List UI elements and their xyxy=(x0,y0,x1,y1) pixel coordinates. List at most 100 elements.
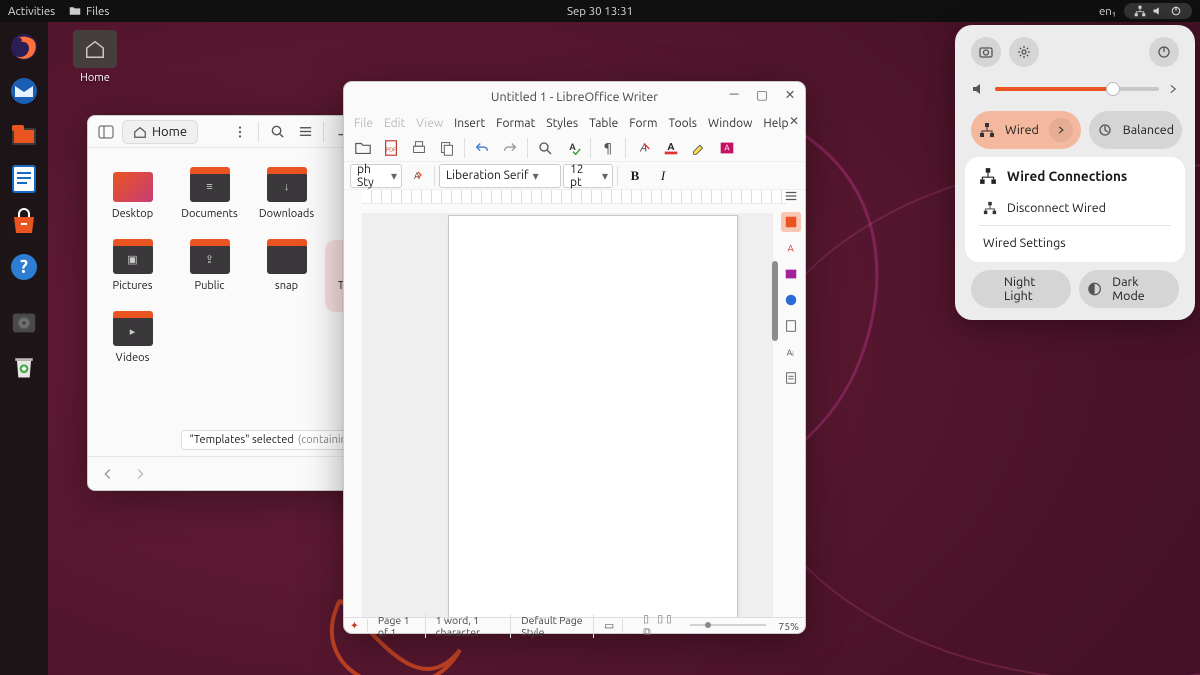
maximize-button[interactable]: ▢ xyxy=(753,85,771,103)
navigator-panel-icon[interactable] xyxy=(781,290,801,310)
font-color-icon[interactable]: A xyxy=(658,136,684,160)
spellcheck-icon[interactable]: A xyxy=(560,136,586,160)
folder-videos[interactable]: ▸Videos xyxy=(94,312,171,384)
folder-snap[interactable]: snap xyxy=(248,240,325,312)
vertical-scrollbar[interactable] xyxy=(772,213,778,617)
highlight-icon[interactable] xyxy=(686,136,712,160)
copy-icon[interactable] xyxy=(434,136,460,160)
chevron-right-icon[interactable] xyxy=(1049,118,1073,142)
manage-changes-icon[interactable] xyxy=(781,368,801,388)
bold-button[interactable]: B xyxy=(622,164,648,188)
volume-expand-icon[interactable] xyxy=(1167,83,1179,95)
menu-table[interactable]: Table xyxy=(589,117,618,130)
styles-panel-icon[interactable]: A xyxy=(781,238,801,258)
nonprinting-chars-icon[interactable]: ¶ xyxy=(595,136,621,160)
forward-button[interactable] xyxy=(128,462,152,486)
dock-software[interactable] xyxy=(5,204,43,242)
gallery-panel-icon[interactable] xyxy=(781,264,801,284)
font-name-combo[interactable]: Liberation Serif▾ xyxy=(439,164,561,188)
menu-file[interactable]: File xyxy=(354,117,373,130)
zoom-value[interactable]: 75% xyxy=(778,620,799,632)
wired-quick-toggle[interactable]: Wired xyxy=(971,111,1081,149)
paragraph-style-combo[interactable]: ph Sty▾ xyxy=(350,164,402,188)
path-home[interactable]: Home xyxy=(122,120,198,144)
back-button[interactable] xyxy=(96,462,120,486)
folder-desktop[interactable]: Desktop xyxy=(94,168,171,240)
save-indicator-icon[interactable]: ✦ xyxy=(350,619,368,632)
menu-format[interactable]: Format xyxy=(496,117,535,130)
menu-view[interactable]: View xyxy=(416,117,443,130)
redo-icon[interactable] xyxy=(497,136,523,160)
files-app-menu[interactable]: Files xyxy=(69,5,109,18)
dock-help[interactable]: ? xyxy=(5,248,43,286)
settings-button-icon[interactable] xyxy=(1009,37,1039,67)
horizontal-ruler[interactable] xyxy=(362,190,787,204)
minimize-button[interactable]: ─ xyxy=(725,85,743,103)
zoom-slider[interactable] xyxy=(688,620,768,632)
menu-form[interactable]: Form xyxy=(629,117,657,130)
keyboard-layout-indicator[interactable]: en₁ xyxy=(1099,5,1116,18)
clear-format-icon[interactable]: A xyxy=(630,136,656,160)
system-status-area[interactable] xyxy=(1124,3,1192,19)
writer-titlebar[interactable]: Untitled 1 - LibreOffice Writer ─ ▢ ✕ xyxy=(344,82,805,112)
style-inspector-icon[interactable]: Aᵢ xyxy=(781,342,801,362)
kebab-menu-icon[interactable] xyxy=(228,120,252,144)
screenshot-button-icon[interactable] xyxy=(971,37,1001,67)
undo-icon[interactable] xyxy=(469,136,495,160)
writer-menubar[interactable]: File Edit View Insert Format Styles Table Form T… xyxy=(344,112,805,134)
dock-firefox[interactable] xyxy=(5,28,43,66)
dock-trash[interactable] xyxy=(5,348,43,386)
power-mode-toggle[interactable]: Balanced xyxy=(1089,111,1182,149)
status-words[interactable]: 1 word, 1 character xyxy=(436,614,512,638)
folder-public[interactable]: ⇪Public xyxy=(171,240,248,312)
font-size-combo[interactable]: 12 pt▾ xyxy=(563,164,613,188)
sidebar-menu-icon[interactable] xyxy=(781,186,801,206)
open-icon[interactable] xyxy=(350,136,376,160)
home-icon xyxy=(133,125,147,139)
dock-thunderbird[interactable] xyxy=(5,72,43,110)
menu-help[interactable]: Help xyxy=(763,117,788,130)
folder-pictures[interactable]: ▣Pictures xyxy=(94,240,171,312)
volume-slider[interactable] xyxy=(995,87,1159,91)
menu-insert[interactable]: Insert xyxy=(454,117,485,130)
close-panel-icon[interactable]: ✕ xyxy=(789,114,799,128)
page-panel-icon[interactable] xyxy=(781,316,801,336)
desktop-home-folder[interactable]: Home xyxy=(68,30,122,84)
status-page[interactable]: Page 1 of 1 xyxy=(378,614,426,638)
properties-panel-icon[interactable] xyxy=(781,212,801,232)
menu-styles[interactable]: Styles xyxy=(546,117,578,130)
night-light-toggle[interactable]: Night Light xyxy=(971,270,1071,308)
italic-button[interactable]: I xyxy=(650,164,676,188)
print-icon[interactable] xyxy=(406,136,432,160)
document-area[interactable] xyxy=(362,213,773,617)
status-style[interactable]: Default Page Style xyxy=(521,614,594,638)
menu-edit[interactable]: Edit xyxy=(384,117,405,130)
wired-settings[interactable]: Wired Settings xyxy=(969,228,1181,258)
dark-mode-toggle[interactable]: Dark Mode xyxy=(1079,270,1179,308)
char-bg-icon[interactable]: A xyxy=(714,136,740,160)
hamburger-menu-icon[interactable] xyxy=(293,120,317,144)
activities-button[interactable]: Activities xyxy=(8,5,55,18)
find-icon[interactable] xyxy=(532,136,558,160)
clock[interactable]: Sep 30 13:31 xyxy=(0,5,1200,18)
export-pdf-icon[interactable]: PDF xyxy=(378,136,404,160)
standard-toolbar: PDF A ¶ A A A xyxy=(344,134,805,162)
menu-tools[interactable]: Tools xyxy=(668,117,697,130)
dock-disk[interactable] xyxy=(5,304,43,342)
menu-window[interactable]: Window xyxy=(708,117,752,130)
volume-icon xyxy=(971,81,987,97)
folder-downloads[interactable]: ↓Downloads xyxy=(248,168,325,240)
page[interactable] xyxy=(448,215,738,617)
sidebar-toggle-icon[interactable] xyxy=(94,120,118,144)
dock-files[interactable] xyxy=(5,116,43,154)
folder-label: snap xyxy=(275,280,298,292)
disconnect-wired[interactable]: Disconnect Wired xyxy=(969,193,1181,223)
view-layout-icons[interactable]: ▯ ▯▯ ⧉ xyxy=(643,612,678,639)
dock-writer[interactable] xyxy=(5,160,43,198)
update-style-icon[interactable]: A xyxy=(404,164,430,188)
search-icon[interactable] xyxy=(265,120,289,144)
status-language[interactable]: ▭ xyxy=(604,619,623,632)
close-button[interactable]: ✕ xyxy=(781,85,799,103)
power-button-icon[interactable] xyxy=(1149,37,1179,67)
folder-documents[interactable]: ≡Documents xyxy=(171,168,248,240)
